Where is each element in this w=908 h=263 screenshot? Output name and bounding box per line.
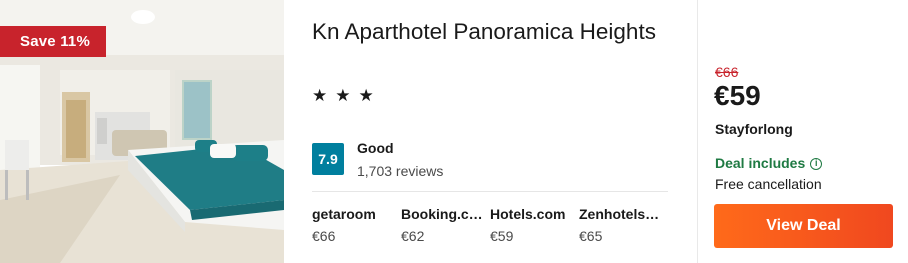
info-icon[interactable]: i: [810, 157, 823, 170]
view-deal-button[interactable]: View Deal: [714, 204, 893, 248]
review-count: 1,703 reviews: [357, 163, 444, 179]
star-icon: ★: [312, 86, 328, 105]
provider-offer[interactable]: Booking.com €62: [401, 206, 490, 245]
save-badge: Save 11%: [0, 26, 106, 57]
review-rating[interactable]: 7.9 Good 1,703 reviews: [312, 140, 443, 181]
column-separator: [697, 0, 698, 263]
provider-price: €62: [401, 228, 425, 244]
provider-name: Hotels.com: [490, 206, 566, 222]
hotel-result-card: Save 11% Kn Aparthotel Panoramica Height…: [0, 0, 908, 263]
deal-includes[interactable]: Deal includes i: [715, 155, 823, 172]
provider-price: €66: [312, 228, 336, 244]
star-icon: ★: [335, 86, 351, 105]
provider-name: Booking.com: [401, 206, 485, 222]
provider-price: €65: [579, 228, 603, 244]
divider: [312, 191, 668, 192]
deal-price: €59: [714, 80, 761, 111]
provider-name: Zenhotels.com: [579, 206, 663, 222]
provider-price: €59: [490, 228, 514, 244]
free-cancellation: Free cancellation: [715, 176, 822, 192]
deal-provider-name: Stayforlong: [715, 121, 793, 137]
star-rating: ★ ★ ★: [312, 87, 374, 104]
deal-includes-label: Deal includes: [715, 155, 806, 171]
review-score-badge: 7.9: [312, 143, 344, 175]
star-icon: ★: [358, 86, 374, 105]
original-price: €66: [715, 64, 739, 80]
provider-price-list: getaroom €66 Booking.com €62 Hotels.com …: [312, 206, 668, 245]
hotel-name[interactable]: Kn Aparthotel Panoramica Heights: [312, 19, 672, 45]
provider-offer[interactable]: Hotels.com €59: [490, 206, 579, 245]
provider-name: getaroom: [312, 206, 376, 222]
provider-offer[interactable]: getaroom €66: [312, 206, 401, 245]
hotel-photo[interactable]: Save 11%: [0, 0, 284, 263]
rating-label: Good: [357, 140, 394, 156]
provider-offer[interactable]: Zenhotels.com €65: [579, 206, 668, 245]
